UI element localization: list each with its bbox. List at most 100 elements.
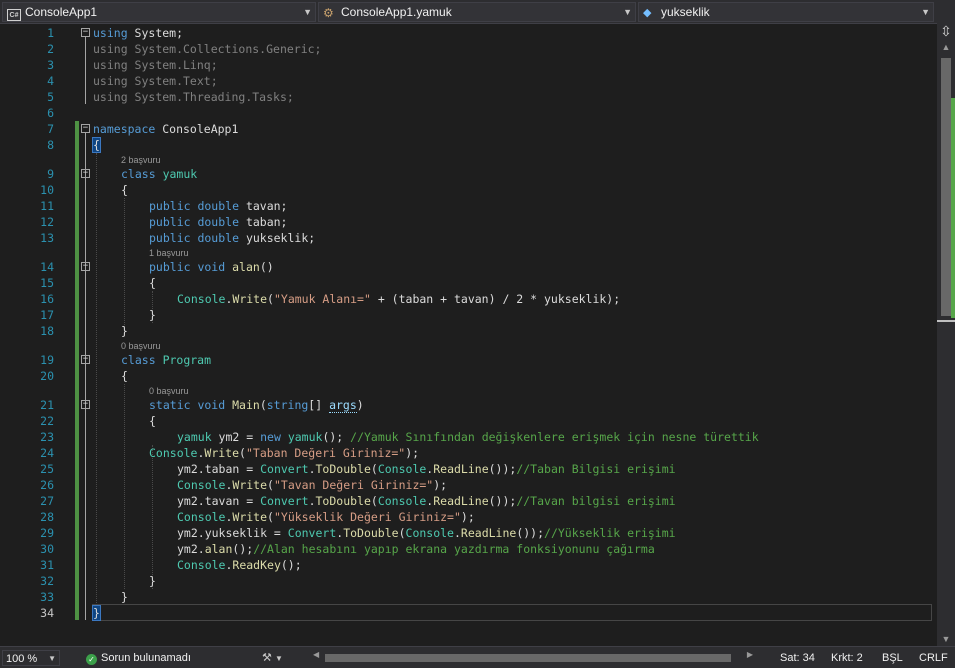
class-icon: ⚙: [323, 6, 334, 20]
change-indicator-bar: [75, 121, 79, 620]
scrollbar-thumb[interactable]: [325, 654, 731, 662]
class-dropdown-label: ConsoleApp1.yamuk: [341, 5, 452, 19]
line-number: 2: [47, 42, 54, 56]
line-indicator[interactable]: Sat: 34: [780, 650, 815, 666]
chevron-down-icon: ▼: [274, 654, 283, 663]
code-line: public void alan(): [149, 260, 274, 274]
collapse-icon[interactable]: −: [81, 169, 90, 178]
fold-line: [85, 133, 86, 620]
scroll-down-icon[interactable]: ▼: [937, 632, 955, 646]
line-number-current: 34: [40, 606, 54, 620]
vertical-scrollbar[interactable]: ▲ ▼: [937, 40, 955, 646]
horizontal-scrollbar[interactable]: ◀ ▶: [313, 650, 753, 663]
code-line: Console.Write("Yamuk Alanı=" + (taban + …: [177, 292, 621, 306]
csharp-project-icon: C#: [7, 4, 21, 22]
code-cleanup-button[interactable]: ⚒ ▼: [262, 650, 283, 667]
line-number: 26: [40, 478, 54, 492]
line-number: 27: [40, 494, 54, 508]
line-number: 6: [47, 106, 54, 120]
code-line: public double taban;: [149, 215, 288, 229]
collapse-icon[interactable]: −: [81, 355, 90, 364]
line-number: 9: [47, 167, 54, 181]
scroll-left-icon[interactable]: ◀: [313, 650, 319, 659]
code-line: Console.Write("Taban Değeri Giriniz=");: [149, 446, 420, 460]
editor-status-bar: 100 % ▼ ✓ Sorun bulunamadı ⚒ ▼ ◀ ▶ Sat: 3…: [0, 646, 955, 668]
chevron-down-icon: ▼: [48, 654, 56, 663]
code-line: }: [92, 605, 101, 621]
chevron-down-icon: ▼: [303, 7, 312, 17]
scroll-up-icon[interactable]: ▲: [937, 40, 955, 54]
line-number: 28: [40, 510, 54, 524]
code-line: using System.Collections.Generic;: [93, 42, 322, 56]
line-number: 11: [40, 199, 54, 213]
code-line: ym2.alan();//Alan hesabını yapıp ekrana …: [177, 542, 655, 556]
code-line: }: [149, 308, 156, 322]
collapse-icon[interactable]: −: [81, 262, 90, 271]
line-number: 16: [40, 292, 54, 306]
codelens-references[interactable]: 0 başvuru: [121, 340, 161, 352]
check-circle-icon: ✓: [86, 654, 97, 665]
insert-mode-indicator[interactable]: BŞL: [882, 650, 903, 666]
codelens-references[interactable]: 0 başvuru: [149, 385, 189, 397]
code-line: {: [92, 137, 101, 153]
line-number: 22: [40, 414, 54, 428]
collapse-icon[interactable]: −: [81, 124, 90, 133]
code-line: public double tavan;: [149, 199, 288, 213]
code-editor[interactable]: 1 2 3 4 5 6 7 8 9 10 11 12 13 14 15 16 1…: [0, 24, 955, 646]
code-line: yamuk ym2 = new yamuk(); //Yamuk Sınıfın…: [177, 430, 759, 444]
codelens-references[interactable]: 2 başvuru: [121, 154, 161, 166]
code-line: {: [149, 414, 156, 428]
line-number: 33: [40, 590, 54, 604]
line-number: 7: [47, 122, 54, 136]
scrollbar-thumb[interactable]: [941, 58, 951, 316]
line-number: 31: [40, 558, 54, 572]
code-line: class Program: [121, 353, 212, 367]
code-line: using System;: [93, 26, 184, 40]
zoom-dropdown[interactable]: 100 % ▼: [2, 650, 60, 666]
code-line: }: [149, 574, 156, 588]
class-dropdown[interactable]: ⚙ ConsoleApp1.yamuk ▼: [318, 2, 636, 22]
indent-guide: [152, 445, 153, 589]
line-number: 32: [40, 574, 54, 588]
code-line: }: [121, 324, 128, 338]
code-line: ym2.yukseklik = Convert.ToDouble(Console…: [177, 526, 676, 540]
line-number: 29: [40, 526, 54, 540]
line-number: 18: [40, 324, 54, 338]
brush-icon: ⚒: [262, 652, 272, 664]
field-icon: ◆: [643, 7, 652, 19]
collapse-icon[interactable]: −: [81, 400, 90, 409]
line-number: 12: [40, 215, 54, 229]
line-number: 25: [40, 462, 54, 476]
scroll-right-icon[interactable]: ▶: [747, 650, 753, 659]
code-line: Console.Write("Yükseklik Değeri Giriniz=…: [177, 510, 475, 524]
project-dropdown-label: ConsoleApp1: [25, 5, 98, 19]
line-number: 10: [40, 183, 54, 197]
column-indicator[interactable]: Krkt: 2: [831, 650, 863, 666]
line-number: 3: [47, 58, 54, 72]
navigation-bar: C# ConsoleApp1 ▼ ⚙ ConsoleApp1.yamuk ▼ ◆…: [0, 0, 955, 24]
line-number: 17: [40, 308, 54, 322]
collapse-icon[interactable]: −: [81, 28, 90, 37]
chevron-down-icon: ▼: [921, 7, 930, 17]
line-number: 30: [40, 542, 54, 556]
code-line: public double yukseklik;: [149, 231, 316, 245]
code-line: Console.Write("Tavan Değeri Giriniz=");: [177, 478, 448, 492]
code-line: class yamuk: [121, 167, 198, 181]
code-line: {: [121, 369, 128, 383]
project-dropdown[interactable]: C# ConsoleApp1 ▼: [2, 2, 316, 22]
line-number: 21: [40, 398, 54, 412]
line-number: 23: [40, 430, 54, 444]
line-number: 5: [47, 90, 54, 104]
code-line: using System.Threading.Tasks;: [93, 90, 294, 104]
code-line: }: [121, 590, 128, 604]
split-editor-icon[interactable]: ⇳: [937, 22, 955, 40]
line-number: 8: [47, 138, 54, 152]
codelens-references[interactable]: 1 başvuru: [149, 247, 189, 259]
member-dropdown[interactable]: ◆ yukseklik ▼: [638, 2, 934, 22]
code-line: Console.ReadKey();: [177, 558, 302, 572]
issues-indicator[interactable]: ✓ Sorun bulunamadı: [86, 650, 191, 666]
line-ending-indicator[interactable]: CRLF: [919, 650, 948, 666]
line-number: 20: [40, 369, 54, 383]
indent-guide: [124, 198, 125, 329]
caret-position-marker: [937, 320, 955, 322]
